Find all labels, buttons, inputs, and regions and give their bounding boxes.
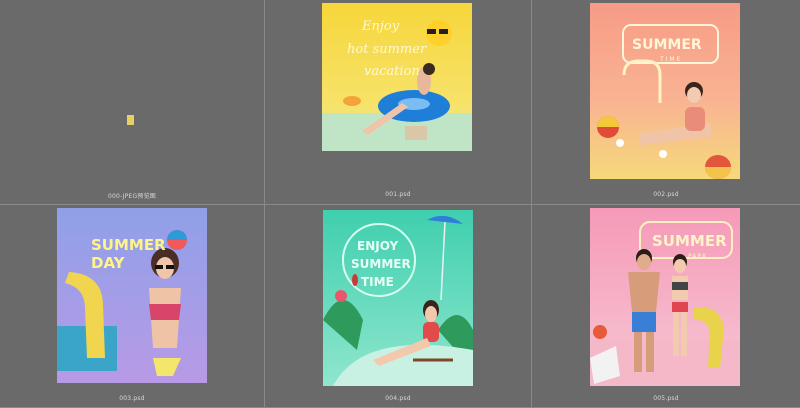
thumb-text: TIME — [659, 56, 682, 63]
thumb-text: SUMMER — [351, 257, 411, 271]
file-thumbnail-003: SUMMER DAY — [57, 208, 207, 383]
thumb-text: TIME — [361, 275, 394, 289]
file-label: 001.psd — [385, 191, 411, 198]
thumb-text: PARK — [688, 253, 708, 260]
jpeg-preview-thumbnail — [127, 115, 134, 125]
file-item-001[interactable]: Enjoy hot summer vacation 001.psd — [265, 0, 532, 205]
thumb-text: hot summer — [347, 42, 427, 57]
thumb-text: SUMMER — [652, 232, 727, 250]
file-label: 004.psd — [385, 395, 411, 402]
file-label: 000-JPEG预览图 — [108, 193, 156, 200]
file-thumbnail-grid: 000-JPEG预览图 Enjoy hot summer vacation 00… — [0, 0, 800, 408]
file-item-004[interactable]: ENJOY SUMMER TIME 004.psd — [265, 205, 532, 408]
file-thumbnail-005: SUMMER PARK — [590, 208, 740, 386]
file-item-003[interactable]: SUMMER DAY 003.psd — [0, 205, 265, 408]
thumb-text: SUMMER — [91, 236, 166, 254]
file-item-005[interactable]: SUMMER PARK 005.psd — [532, 205, 800, 408]
file-thumbnail-002: SUMMER TIME — [590, 3, 740, 179]
thumb-text: SUMMER — [632, 37, 702, 53]
file-label: 003.psd — [119, 395, 145, 402]
file-thumbnail-001: Enjoy hot summer vacation — [322, 3, 472, 151]
file-thumbnail-004: ENJOY SUMMER TIME — [323, 210, 473, 386]
file-label: 005.psd — [653, 395, 679, 402]
thumb-text: DAY — [91, 254, 126, 272]
thumb-text: ENJOY — [357, 239, 398, 253]
file-item-002[interactable]: SUMMER TIME 002.psd — [532, 0, 800, 205]
thumb-text: Enjoy — [361, 19, 400, 34]
file-label: 002.psd — [653, 191, 679, 198]
file-item-000[interactable]: 000-JPEG预览图 — [0, 0, 265, 205]
thumb-text: vacation — [364, 64, 420, 79]
